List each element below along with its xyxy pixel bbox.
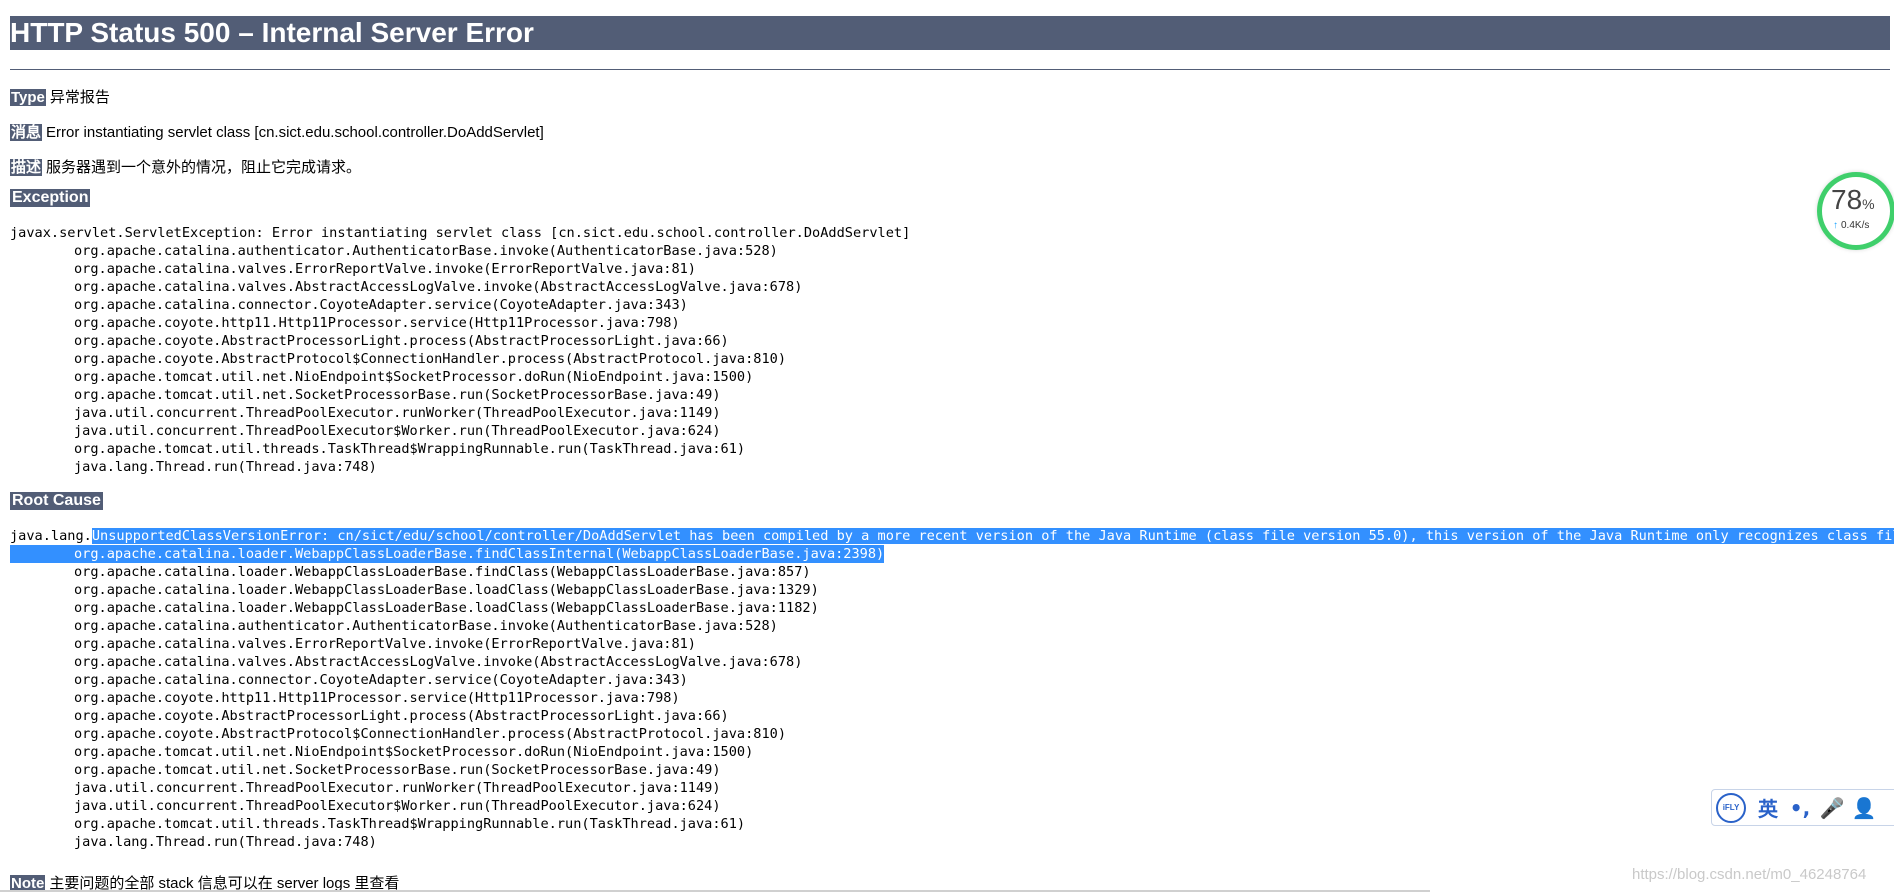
description-row: 描述 服务器遇到一个意外的情况，阻止它完成请求。	[10, 156, 361, 177]
stack-frame: org.apache.catalina.loader.WebappClassLo…	[74, 564, 811, 580]
stack-frame: org.apache.coyote.http11.Http11Processor…	[74, 690, 680, 706]
ifly-logo-icon[interactable]: iFLY	[1716, 792, 1746, 823]
stack-frame: org.apache.tomcat.util.threads.TaskThrea…	[74, 441, 746, 457]
stack-frame: java.lang.Thread.run(Thread.java:748)	[74, 459, 377, 475]
stack-frame: org.apache.coyote.AbstractProcessorLight…	[74, 333, 729, 349]
stack-frame: java.util.concurrent.ThreadPoolExecutor.…	[74, 405, 721, 421]
user-icon[interactable]: 👤	[1848, 796, 1880, 820]
stack-frame: org.apache.tomcat.util.net.SocketProcess…	[74, 762, 721, 778]
exception-stack-trace: javax.servlet.ServletException: Error in…	[10, 224, 910, 476]
stack-frame: org.apache.catalina.loader.WebappClassLo…	[74, 600, 819, 616]
watermark: https://blog.csdn.net/m0_46248764	[1632, 866, 1867, 883]
stack-frame: org.apache.coyote.http11.Http11Processor…	[74, 315, 680, 331]
message-label: 消息	[10, 124, 43, 141]
stack-frame: java.util.concurrent.ThreadPoolExecutor.…	[74, 780, 721, 796]
stack-frame: org.apache.coyote.AbstractProcessorLight…	[74, 708, 729, 724]
language-toggle-button[interactable]: 英	[1752, 793, 1784, 822]
upload-arrow-icon: ↑	[1833, 220, 1838, 231]
stack-frame: org.apache.catalina.valves.AbstractAcces…	[74, 279, 803, 295]
speed-rate: ↑ 0.4K/s	[1833, 220, 1870, 231]
stack-frame: org.apache.tomcat.util.net.NioEndpoint$S…	[74, 744, 754, 760]
stack-frame: org.apache.catalina.connector.CoyoteAdap…	[74, 672, 688, 688]
stack-frame: org.apache.catalina.authenticator.Authen…	[74, 243, 778, 259]
exception-head: javax.servlet.ServletException: Error in…	[10, 225, 911, 241]
type-label: Type	[10, 89, 46, 106]
page-title: HTTP Status 500 – Internal Server Error	[10, 16, 1890, 50]
network-speed-widget[interactable]: 78% ↑ 0.4K/s	[1817, 172, 1894, 250]
stack-frame: org.apache.tomcat.util.net.SocketProcess…	[74, 387, 721, 403]
stack-frame: java.lang.Thread.run(Thread.java:748)	[74, 834, 377, 850]
microphone-icon[interactable]: 🎤	[1816, 796, 1848, 820]
exception-heading: Exception	[10, 189, 91, 207]
stack-frame: org.apache.catalina.connector.CoyoteAdap…	[74, 297, 688, 313]
selected-frame-highlight[interactable]: org.apache.catalina.loader.WebappClassLo…	[10, 545, 885, 563]
speed-percent: 78%	[1831, 184, 1875, 215]
error-page: HTTP Status 500 – Internal Server Error …	[10, 16, 1894, 892]
root-cause-selected-frame: org.apache.catalina.loader.WebappClassLo…	[10, 545, 1894, 563]
root-cause-stack-trace: java.lang.UnsupportedClassVersionError: …	[10, 527, 1894, 851]
root-cause-prefix: java.lang.	[10, 528, 92, 544]
stack-frame: org.apache.catalina.loader.WebappClassLo…	[74, 582, 819, 598]
description-label: 描述	[10, 159, 43, 176]
stack-frame: java.util.concurrent.ThreadPoolExecutor$…	[74, 423, 721, 439]
selected-frame-text: org.apache.catalina.loader.WebappClassLo…	[74, 546, 885, 562]
selected-text[interactable]: UnsupportedClassVersionError: cn/sict/ed…	[91, 528, 1894, 544]
stack-frame: org.apache.coyote.AbstractProtocol$Conne…	[74, 726, 787, 742]
title-divider	[10, 69, 1890, 70]
ime-toolbar: iFLY 英 •, 🎤 👤	[1711, 789, 1894, 826]
stack-frame: org.apache.catalina.authenticator.Authen…	[74, 618, 778, 634]
stack-frame: java.util.concurrent.ThreadPoolExecutor$…	[74, 798, 721, 814]
description-value: 服务器遇到一个意外的情况，阻止它完成请求。	[46, 159, 362, 176]
message-row: 消息 Error instantiating servlet class [cn.…	[10, 121, 544, 142]
stack-frame: org.apache.catalina.valves.ErrorReportVa…	[74, 636, 696, 652]
root-cause-head: java.lang.UnsupportedClassVersionError: …	[10, 527, 1894, 545]
stack-frame: org.apache.catalina.valves.ErrorReportVa…	[74, 261, 696, 277]
type-row: Type 异常报告	[10, 86, 110, 107]
stack-frame: org.apache.tomcat.util.net.NioEndpoint$S…	[74, 369, 754, 385]
stack-frame: org.apache.coyote.AbstractProtocol$Conne…	[74, 351, 787, 367]
horizontal-scrollbar[interactable]	[0, 890, 1430, 892]
punctuation-toggle-button[interactable]: •,	[1784, 796, 1816, 820]
type-value: 异常报告	[49, 89, 110, 106]
message-value: Error instantiating servlet class [cn.si…	[46, 124, 544, 141]
root-cause-heading: Root Cause	[10, 492, 103, 510]
stack-frame: org.apache.tomcat.util.threads.TaskThrea…	[74, 816, 746, 832]
stack-frame: org.apache.catalina.valves.AbstractAcces…	[74, 654, 803, 670]
